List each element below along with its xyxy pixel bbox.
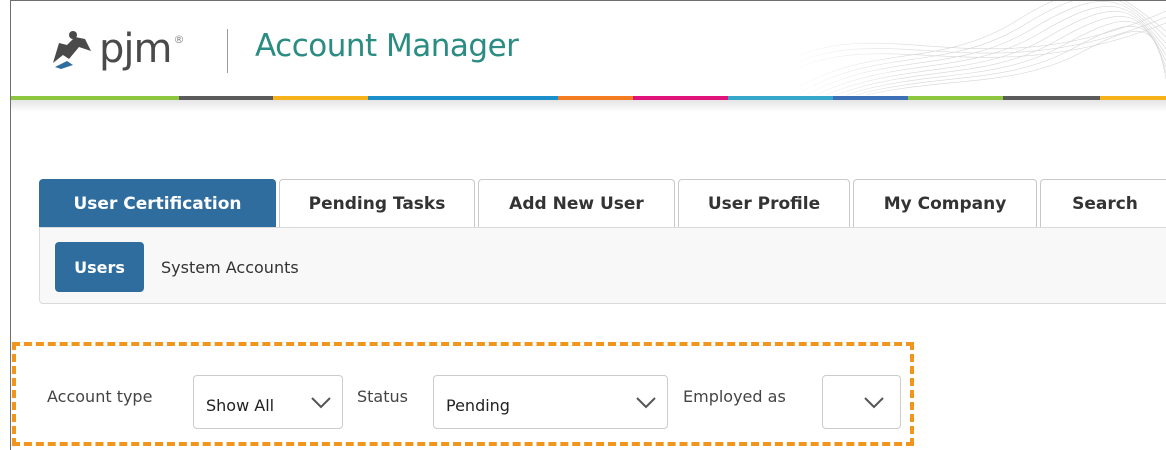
tab-user-profile[interactable]: User Profile [678, 179, 850, 227]
tab-add-new-user[interactable]: Add New User [478, 179, 675, 227]
chevron-down-icon [636, 397, 656, 409]
status-value: Pending [446, 396, 510, 415]
tab-user-certification[interactable]: User Certification [39, 179, 276, 227]
employed-as-label: Employed as [683, 387, 786, 406]
pjm-logo[interactable]: pjm ® [49, 23, 214, 75]
pjm-figure-icon [53, 31, 91, 69]
employed-as-select[interactable] [822, 375, 901, 429]
status-label: Status [357, 387, 408, 406]
app-title: Account Manager [255, 28, 519, 64]
header-wave-pattern [786, 1, 1166, 95]
status-select[interactable]: Pending [433, 375, 668, 429]
logo-trademark: ® [173, 33, 185, 46]
tab-pending-tasks[interactable]: Pending Tasks [279, 179, 475, 227]
app-header: pjm ® Account Manager [11, 1, 1166, 95]
chevron-down-icon [864, 397, 884, 409]
subtab-users[interactable]: Users [55, 242, 144, 292]
account-type-value: Show All [206, 396, 275, 415]
tab-my-company[interactable]: My Company [853, 179, 1037, 227]
main-tabs: User Certification Pending Tasks Add New… [39, 179, 1166, 227]
chevron-down-icon [311, 397, 331, 409]
sub-navigation: Users System Accounts [39, 227, 1166, 304]
header-shadow [11, 100, 1166, 112]
subtab-system-accounts[interactable]: System Accounts [161, 258, 299, 277]
header-divider [227, 29, 228, 73]
account-type-select[interactable]: Show All [193, 375, 343, 429]
logo-text: pjm [99, 26, 172, 72]
account-type-label: Account type [47, 387, 153, 406]
tab-search[interactable]: Search [1040, 179, 1166, 227]
